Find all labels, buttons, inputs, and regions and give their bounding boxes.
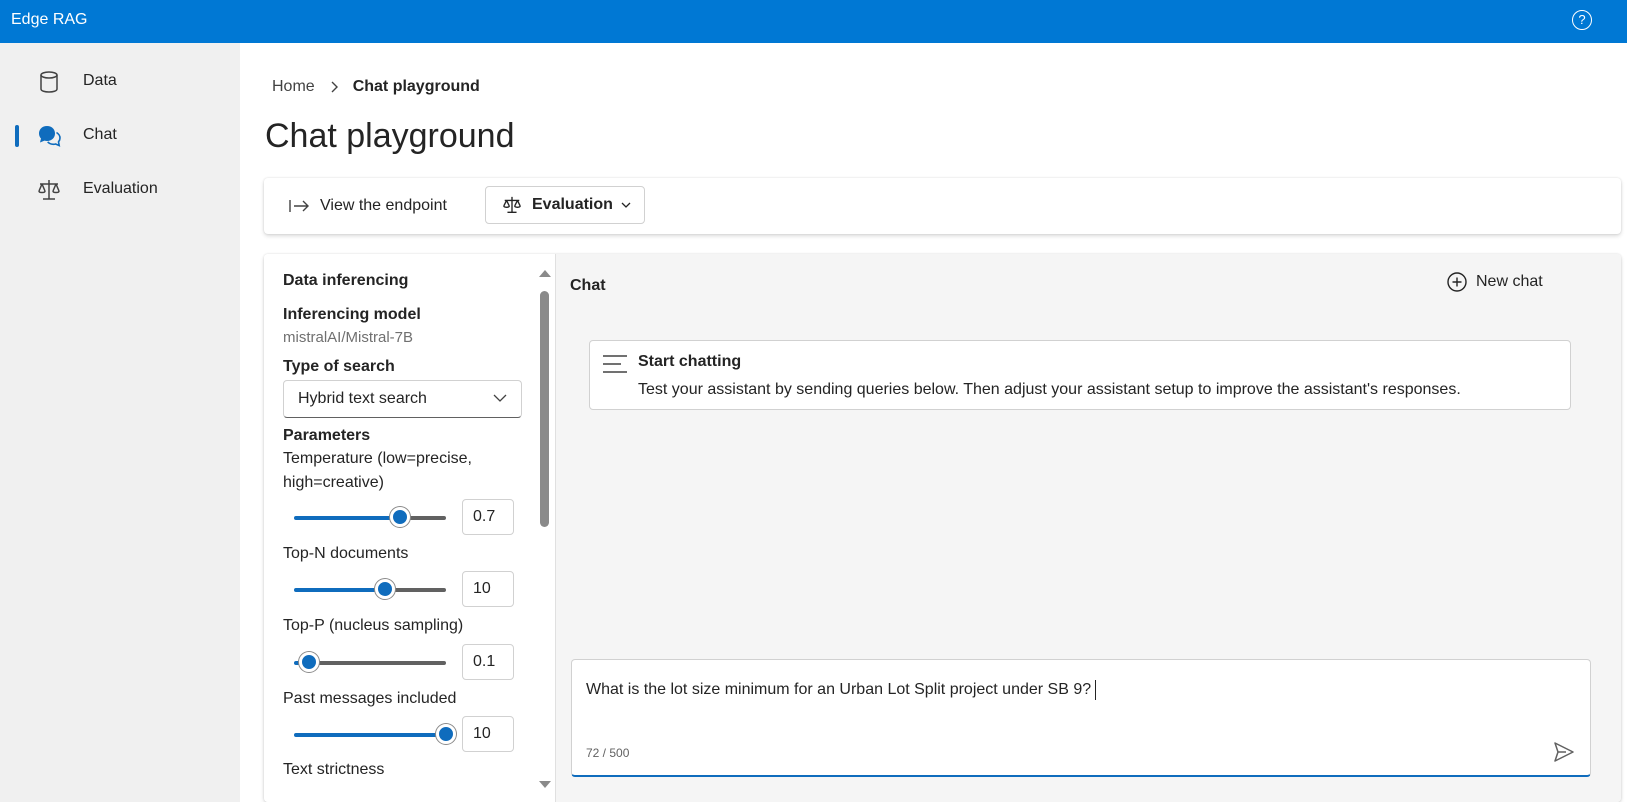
top-p-input[interactable]: 0.1 [462, 644, 514, 680]
main-content: Home Chat playground Chat playground Vie… [240, 43, 1627, 802]
text-strictness-label: Text strictness [283, 761, 385, 778]
scales-icon [38, 180, 60, 200]
temperature-label: Temperature (low=precise, high=creative) [283, 450, 472, 491]
scroll-thumb[interactable] [540, 291, 549, 527]
top-p-slider-thumb[interactable] [299, 652, 320, 672]
chat-input-text: What is the lot size minimum for an Urba… [586, 681, 1092, 699]
start-chatting-description: Test your assistant by sending queries b… [638, 381, 1461, 398]
chat-input[interactable]: What is the lot size minimum for an Urba… [586, 680, 1097, 700]
top-n-slider-thumb[interactable] [375, 579, 396, 599]
view-endpoint-label: View the endpoint [320, 197, 447, 214]
send-icon[interactable] [1552, 740, 1576, 764]
sidebar: Data Chat Evaluation [0, 43, 240, 802]
sidebar-item-chat[interactable]: Chat [0, 113, 240, 157]
breadcrumb: Home Chat playground [272, 78, 480, 96]
temperature-slider[interactable] [294, 516, 446, 520]
top-bar: Edge RAG ? [0, 0, 1627, 43]
past-messages-input[interactable]: 10 [462, 716, 514, 752]
character-counter: 72 / 500 [586, 746, 630, 760]
sidebar-item-label: Chat [83, 126, 117, 143]
arrow-export-icon [289, 200, 309, 212]
chat-title: Chat [570, 277, 606, 294]
chevron-down-icon [621, 202, 631, 208]
start-chatting-card: Start chatting Test your assistant by se… [589, 340, 1571, 410]
top-n-label: Top-N documents [283, 545, 409, 562]
evaluation-dropdown-button[interactable]: Evaluation [485, 186, 645, 224]
playground-panel: Data inferencing Inferencing model mistr… [264, 254, 1621, 802]
top-n-input[interactable]: 10 [462, 571, 514, 607]
start-chatting-title: Start chatting [638, 353, 742, 370]
inferencing-model-value: mistralAI/Mistral-7B [283, 329, 414, 346]
search-type-value: Hybrid text search [298, 390, 427, 407]
top-n-slider[interactable] [294, 588, 446, 592]
breadcrumb-current: Chat playground [352, 78, 480, 95]
parameters-heading: Parameters [283, 427, 371, 444]
top-p-slider-row: 0.1 [283, 644, 523, 682]
temperature-slider-thumb[interactable] [390, 507, 411, 527]
chat-input-box[interactable]: What is the lot size minimum for an Urba… [571, 659, 1591, 777]
chat-panel: Chat New chat Start chatting Test your a… [556, 254, 1621, 802]
settings-scrollbar[interactable] [534, 254, 555, 802]
search-type-dropdown[interactable]: Hybrid text search [283, 380, 522, 418]
settings-panel: Data inferencing Inferencing model mistr… [264, 254, 556, 802]
sidebar-item-evaluation[interactable]: Evaluation [0, 167, 240, 211]
text-caret [1095, 680, 1097, 700]
past-messages-slider-thumb[interactable] [436, 724, 456, 744]
temperature-input[interactable]: 0.7 [462, 499, 514, 535]
sidebar-item-data[interactable]: Data [0, 59, 240, 103]
new-chat-label: New chat [1476, 273, 1543, 290]
page-title: Chat playground [265, 117, 515, 155]
new-chat-button[interactable]: New chat [1446, 271, 1543, 293]
toolbar: View the endpoint Evaluation [264, 178, 1621, 234]
evaluation-label: Evaluation [532, 196, 613, 213]
sidebar-item-label: Evaluation [83, 180, 158, 197]
top-n-slider-row: 10 [283, 571, 523, 609]
inferencing-model-label: Inferencing model [283, 306, 421, 323]
view-endpoint-button[interactable]: View the endpoint [288, 192, 447, 220]
temperature-slider-row: 0.7 [283, 499, 523, 537]
past-messages-slider[interactable] [294, 733, 446, 737]
sidebar-item-label: Data [83, 72, 117, 89]
past-messages-slider-row: 10 [283, 716, 523, 754]
search-type-label: Type of search [283, 358, 395, 375]
scroll-down-arrow[interactable] [539, 781, 551, 788]
text-align-icon [603, 355, 627, 373]
chat-icon [39, 126, 61, 147]
breadcrumb-home[interactable]: Home [272, 78, 315, 96]
chevron-right-icon [331, 81, 338, 93]
scales-icon [503, 196, 521, 213]
active-indicator [15, 125, 19, 147]
app-title: Edge RAG [11, 11, 88, 28]
past-messages-label: Past messages included [283, 690, 457, 707]
help-icon[interactable]: ? [1572, 10, 1592, 30]
data-inferencing-heading: Data inferencing [283, 272, 409, 289]
top-p-label: Top-P (nucleus sampling) [283, 617, 464, 634]
chevron-down-icon [493, 394, 507, 402]
add-circle-icon [1447, 272, 1467, 292]
database-icon [40, 71, 58, 93]
scroll-up-arrow[interactable] [539, 270, 551, 277]
